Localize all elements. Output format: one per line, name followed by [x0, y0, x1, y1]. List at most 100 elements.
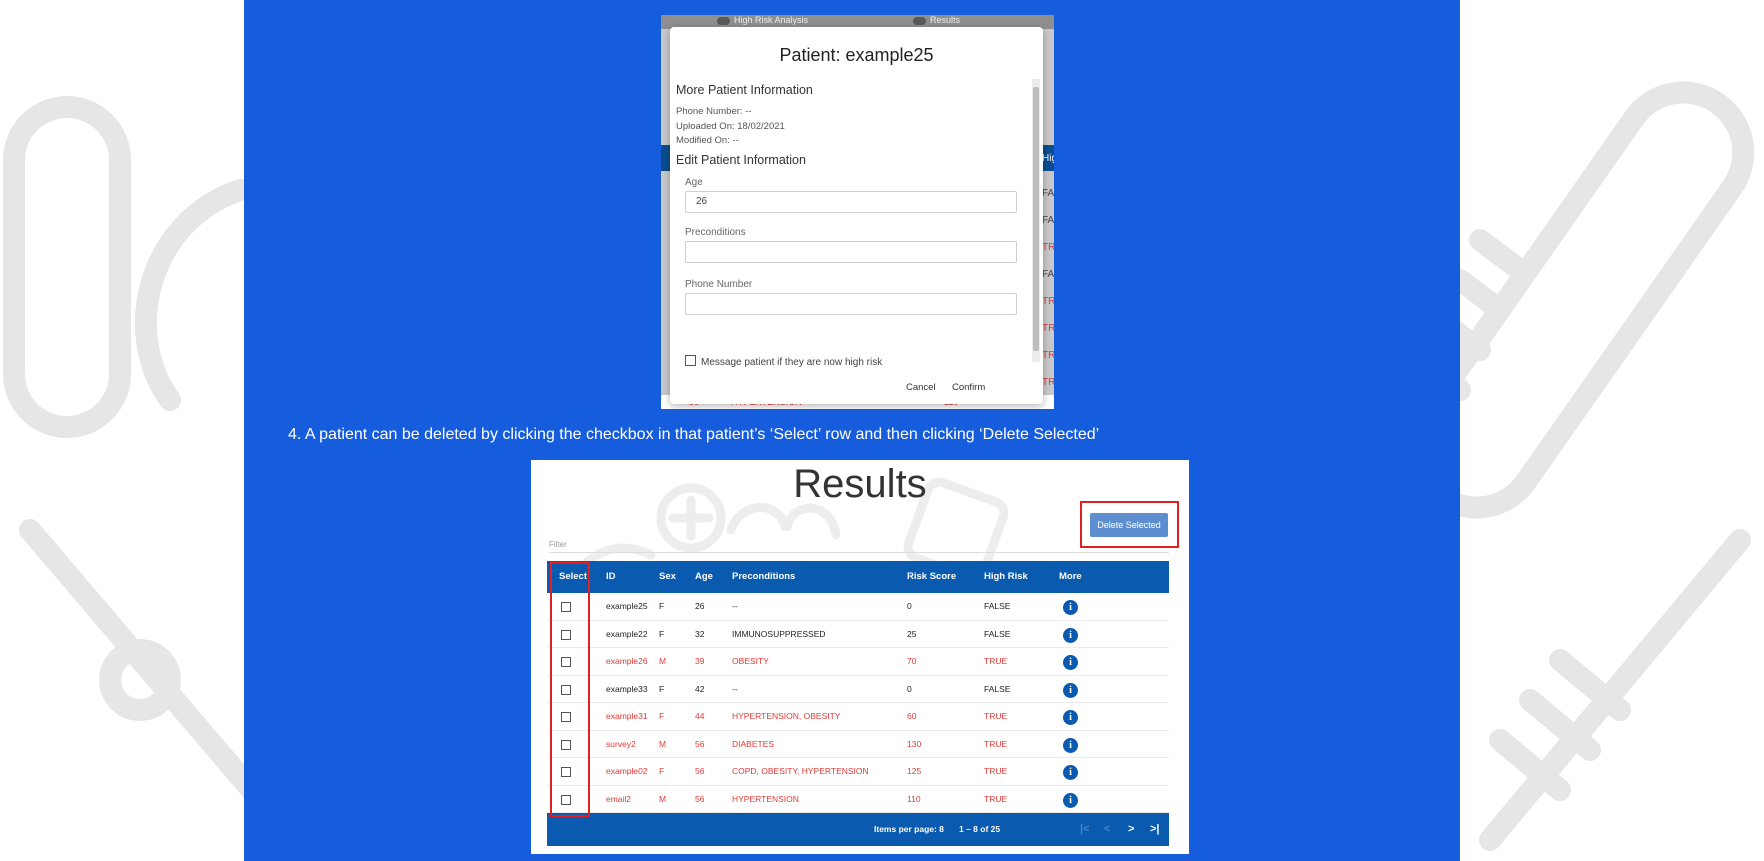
patient-sex: F [659, 766, 665, 776]
patient-id: example25 [606, 601, 648, 611]
high-risk-header-fragment: Hig [1042, 153, 1054, 164]
table-row: survey2 M 56 DIABETES 130 TRUE i [547, 731, 1169, 758]
phone-number-info: Phone Number: -- [676, 106, 752, 117]
patient-id: example22 [606, 628, 648, 639]
high-risk-cell-fragment: TRU [1042, 296, 1054, 307]
high-risk-cell-fragment: TRU [1042, 377, 1054, 388]
high-risk-cell-fragment: TRU [1042, 350, 1054, 361]
cancel-button[interactable]: Cancel [906, 382, 936, 393]
column-header-sex[interactable]: Sex [659, 561, 676, 593]
preconditions-input[interactable] [685, 241, 1017, 263]
more-info-heading: More Patient Information [676, 83, 813, 97]
scrollbar-thumb[interactable] [1033, 87, 1039, 351]
delete-button-highlight [1080, 501, 1179, 548]
table-row: example33 F 42 -- 0 FALSE i [547, 676, 1169, 703]
table-row: example02 F 56 COPD, OBESITY, HYPERTENSI… [547, 758, 1169, 786]
patient-age: 44 [695, 711, 705, 721]
patient-age: 56 [695, 793, 705, 804]
info-icon[interactable]: i [1063, 765, 1078, 780]
topbar-item-high-risk[interactable]: High Risk Analysis [717, 15, 808, 25]
info-icon[interactable]: i [1063, 710, 1078, 725]
patient-age: 42 [695, 683, 705, 694]
items-per-page[interactable]: Items per page: 8 [874, 813, 944, 846]
patient-dialog: Patient: example25 More Patient Informat… [670, 27, 1043, 404]
patient-preconditions: COPD, OBESITY, HYPERTENSION [732, 766, 869, 776]
patient-dialog-screenshot: High Risk Analysis Results Hig FAL FAL T… [661, 15, 1054, 409]
step-caption: 4. A patient can be deleted by clicking … [288, 426, 1100, 443]
message-patient-option[interactable]: Message patient if they are now high ris… [685, 355, 882, 368]
edit-info-heading: Edit Patient Information [676, 153, 806, 167]
patient-age: 56 [695, 738, 705, 749]
patient-high-risk: TRUE [984, 738, 1008, 749]
patient-risk-score: 110 [907, 793, 921, 804]
analysis-icon [717, 16, 730, 25]
patient-id: example26 [606, 656, 648, 666]
patient-sex: M [659, 656, 667, 666]
table-header: Select ID Sex Age Preconditions Risk Sco… [547, 561, 1169, 593]
topbar-item-results[interactable]: Results [913, 15, 960, 25]
info-icon[interactable]: i [1063, 627, 1078, 643]
patient-preconditions: -- [732, 601, 738, 611]
patient-high-risk: TRUE [984, 656, 1008, 666]
next-page-button[interactable]: > [1128, 813, 1134, 846]
info-icon[interactable]: i [1063, 655, 1078, 670]
message-patient-label: Message patient if they are now high ris… [701, 357, 883, 368]
column-header-high-risk[interactable]: High Risk [984, 561, 1028, 593]
info-icon[interactable]: i [1063, 600, 1078, 615]
message-patient-checkbox[interactable] [685, 355, 696, 366]
patient-id: example02 [606, 766, 648, 776]
column-header-more: More [1059, 571, 1082, 582]
last-page-button[interactable]: >| [1150, 813, 1160, 846]
high-risk-cell-fragment: FAL [1042, 269, 1054, 280]
dialog-title: Patient: example25 [779, 45, 934, 65]
patient-risk-score: 25 [907, 628, 917, 639]
filter-input[interactable] [549, 552, 1169, 553]
patient-sex: F [659, 628, 665, 639]
patient-preconditions: DIABETES [732, 738, 775, 749]
high-risk-cell-fragment: TRU [1042, 323, 1054, 334]
syringe-icon-right [1479, 529, 1751, 851]
first-page-button[interactable]: |< [1080, 813, 1090, 846]
patient-preconditions: IMMUNOSUPPRESSED [732, 628, 826, 639]
filter-label: Filter [549, 540, 567, 549]
patient-sex: M [659, 738, 667, 749]
info-icon[interactable]: i [1063, 737, 1078, 753]
patient-sex: F [659, 683, 665, 694]
stethoscope-curve [134, 179, 251, 411]
patient-risk-score: 130 [907, 738, 922, 749]
phone-number-input[interactable] [685, 293, 1017, 315]
info-icon[interactable]: i [1063, 792, 1078, 808]
info-icon[interactable]: i [1063, 682, 1078, 698]
preconditions-label: Preconditions [685, 227, 746, 238]
patient-high-risk: FALSE [984, 628, 1011, 639]
table-row: example22 F 32 IMMUNOSUPPRESSED 25 FALSE… [547, 621, 1169, 648]
patient-high-risk: FALSE [984, 683, 1011, 694]
age-input[interactable]: 26 [685, 191, 1017, 213]
patient-preconditions: OBESITY [732, 656, 769, 666]
column-header-age[interactable]: Age [695, 561, 713, 593]
patient-high-risk: FALSE [984, 601, 1011, 611]
patient-preconditions: HYPERTENSION [732, 793, 799, 804]
patient-id: email2 [606, 793, 632, 804]
patient-age: 56 [695, 766, 705, 776]
previous-page-button[interactable]: < [1104, 813, 1110, 846]
column-header-risk-score[interactable]: Risk Score [907, 561, 956, 593]
dialog-scrollbar[interactable] [1032, 79, 1040, 362]
syringe-icon-left [19, 519, 271, 811]
column-header-preconditions[interactable]: Preconditions [732, 561, 795, 593]
patient-info-block: Phone Number: -- Uploaded On: 18/02/2021… [676, 105, 785, 149]
patient-risk-score: 60 [907, 711, 917, 721]
column-header-id[interactable]: ID [606, 561, 616, 593]
patient-sex: M [659, 793, 667, 804]
select-column-highlight [550, 562, 590, 817]
patient-sex: F [659, 711, 665, 721]
phone-number-label: Phone Number [685, 279, 753, 290]
patient-id: survey2 [606, 738, 636, 749]
patient-age: 26 [695, 601, 705, 611]
confirm-button[interactable]: Confirm [952, 382, 985, 393]
patient-age: 39 [695, 656, 705, 666]
table-paginator: Items per page: 8 1 – 8 of 25 |< < > >| [547, 813, 1169, 846]
page-range-label: 1 – 8 of 25 [959, 824, 1001, 834]
modified-on-info: Modified On: -- [676, 135, 739, 146]
patient-sex: F [659, 601, 665, 611]
